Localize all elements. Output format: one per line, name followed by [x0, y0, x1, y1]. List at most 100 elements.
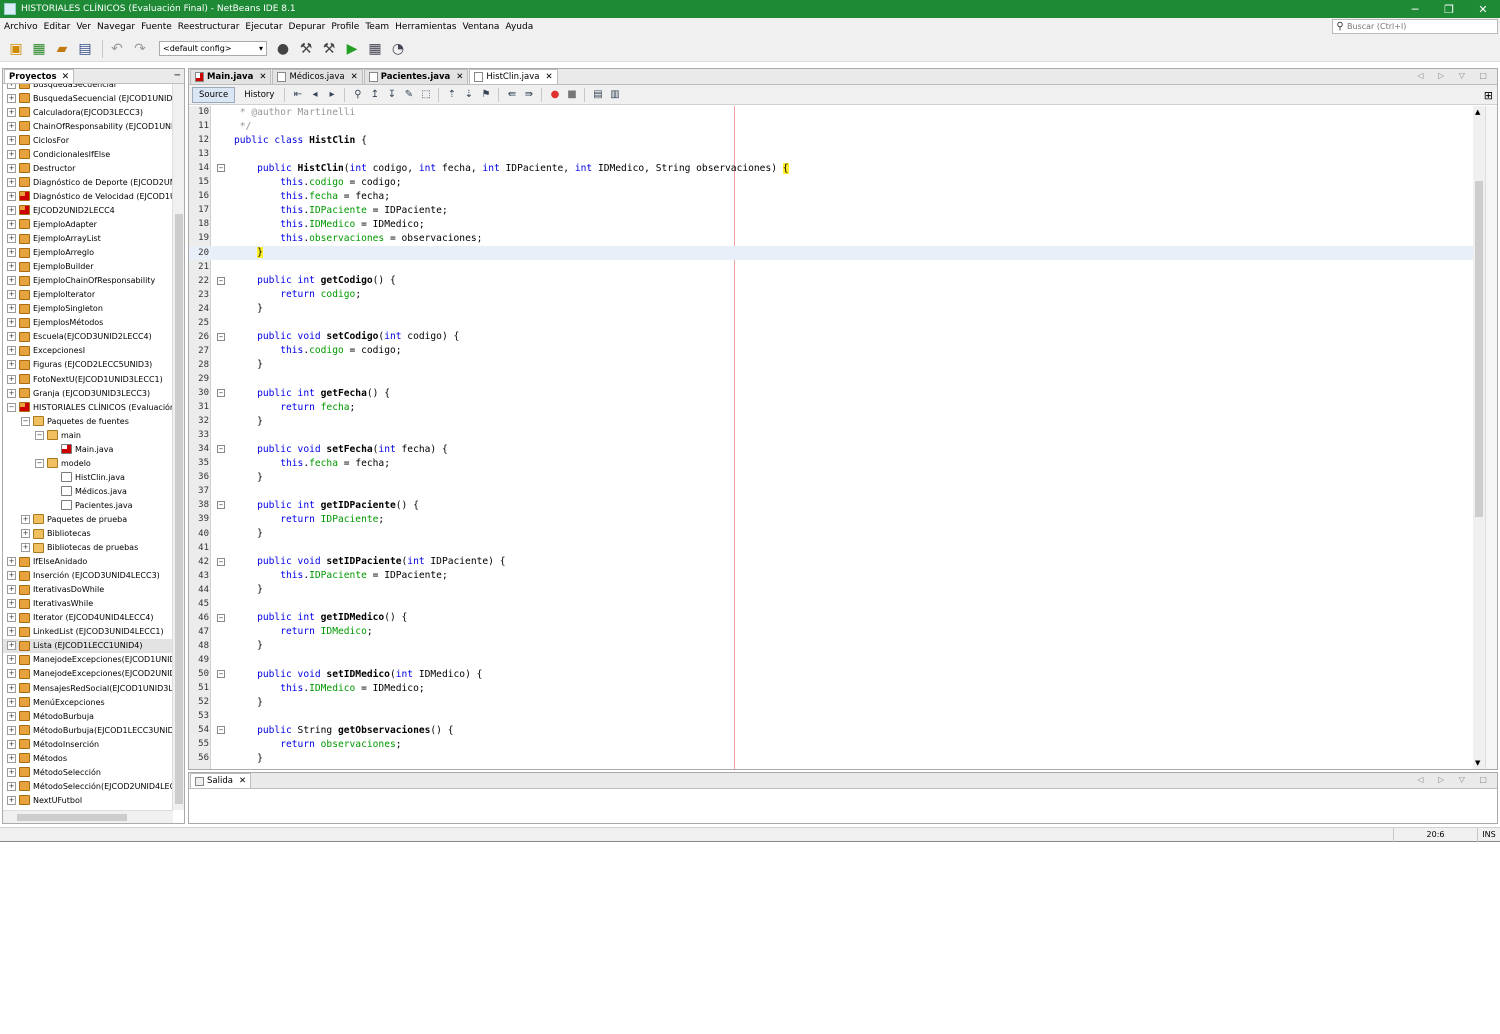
tree-item[interactable]: + IterativasDoWhile: [3, 583, 173, 597]
minimize-panel-icon[interactable]: ─: [175, 71, 180, 81]
find-next-icon[interactable]: ↧: [385, 88, 398, 101]
scrollbar-thumb[interactable]: [1475, 181, 1483, 517]
tree-item[interactable]: + ChainOfResponsability (EJCOD1UNI: [3, 119, 173, 133]
editor-tab[interactable]: Main.java ✕: [190, 69, 272, 84]
scrollbar-thumb[interactable]: [175, 214, 183, 804]
tree-item[interactable]: + EjemploArreglo: [3, 246, 173, 260]
tree-item[interactable]: + Figuras (EJCOD2LECC5UNID3): [3, 358, 173, 372]
fold-toggle-icon[interactable]: −: [217, 164, 225, 173]
expand-icon[interactable]: +: [7, 571, 16, 581]
expand-icon[interactable]: +: [7, 84, 16, 89]
config-select[interactable]: <default config> ▾: [159, 41, 267, 56]
menu-fuente[interactable]: Fuente: [138, 22, 175, 32]
build-icon[interactable]: ⚒: [296, 39, 316, 59]
menu-editar[interactable]: Editar: [41, 22, 74, 32]
fold-toggle-icon[interactable]: −: [217, 389, 225, 398]
editor-tab[interactable]: Pacientes.java ✕: [363, 69, 469, 84]
fold-toggle-icon[interactable]: −: [217, 726, 225, 735]
tree-item[interactable]: + Destructor: [3, 161, 173, 175]
expand-icon[interactable]: +: [7, 781, 16, 791]
menu-profile[interactable]: Profile: [328, 22, 362, 32]
expand-icon[interactable]: +: [7, 262, 16, 272]
scroll-up-icon[interactable]: ▲: [1475, 108, 1480, 116]
redo-icon[interactable]: ↷: [130, 39, 150, 59]
expand-icon[interactable]: +: [7, 641, 16, 651]
tree-item[interactable]: + ManejodeExcepciones(EJCOD1UNID: [3, 653, 173, 667]
tree-item[interactable]: + BusquedaSecuencial (EJCOD1UNID4: [3, 91, 173, 105]
expand-icon[interactable]: +: [7, 163, 16, 173]
toggle-bookmark-icon[interactable]: ⚑: [479, 88, 492, 101]
editor-tab[interactable]: Médicos.java ✕: [272, 69, 363, 84]
tab-proyectos[interactable]: Proyectos ✕: [4, 69, 75, 83]
menu-ventana[interactable]: Ventana: [459, 22, 502, 32]
tree-item[interactable]: − main: [3, 428, 173, 442]
menu-ejecutar[interactable]: Ejecutar: [242, 22, 285, 32]
projects-vertical-scrollbar[interactable]: [172, 84, 184, 810]
source-button[interactable]: Source: [192, 86, 236, 103]
tree-item[interactable]: HistClin.java: [3, 470, 173, 484]
expand-icon[interactable]: +: [7, 346, 16, 356]
globe-icon[interactable]: ●: [273, 39, 293, 59]
expand-icon[interactable]: +: [7, 205, 16, 215]
tree-item[interactable]: + Inserción (EJCOD3UNID4LECC3): [3, 569, 173, 583]
menu-herramientas[interactable]: Herramientas: [392, 22, 459, 32]
fold-toggle-icon[interactable]: −: [217, 445, 225, 454]
close-icon[interactable]: ✕: [239, 776, 246, 786]
expand-icon[interactable]: +: [7, 753, 16, 763]
projects-horizontal-scrollbar[interactable]: [3, 810, 173, 823]
expand-icon[interactable]: +: [7, 599, 16, 609]
tree-item[interactable]: + MétodoBurbuja(EJCOD1LECC3UNID: [3, 723, 173, 737]
expand-icon[interactable]: +: [7, 248, 16, 258]
comment-icon[interactable]: ▤: [591, 88, 604, 101]
close-tab-icon[interactable]: ✕: [545, 72, 552, 82]
expand-icon[interactable]: +: [7, 107, 16, 117]
expand-icon[interactable]: +: [7, 234, 16, 244]
tree-item[interactable]: + Paquetes de prueba: [3, 512, 173, 526]
collapse-icon[interactable]: −: [35, 458, 44, 468]
tree-item[interactable]: + EjemplosMétodos: [3, 316, 173, 330]
search-icon[interactable]: ⚲: [1333, 21, 1347, 32]
tree-item[interactable]: + FotoNextU(EJCOD1UNID3LECC1): [3, 372, 173, 386]
record-macro-icon[interactable]: ●: [548, 88, 561, 101]
editor-vertical-scrollbar[interactable]: ▲ ▼: [1473, 106, 1485, 769]
expand-editor-icon[interactable]: ⊞: [1484, 89, 1493, 102]
expand-icon[interactable]: +: [7, 219, 16, 229]
collapse-icon[interactable]: −: [35, 430, 44, 440]
expand-icon[interactable]: +: [7, 585, 16, 595]
tree-item[interactable]: + MenúExcepciones: [3, 695, 173, 709]
history-button[interactable]: History: [238, 87, 280, 103]
tree-item[interactable]: + ManejodeExcepciones(EJCOD2UNID: [3, 667, 173, 681]
uncomment-icon[interactable]: ▥: [608, 88, 621, 101]
tree-item[interactable]: + Calculadora(EJCOD3LECC3): [3, 105, 173, 119]
tree-item[interactable]: + BusquedaSecuencial: [3, 84, 173, 91]
tree-item[interactable]: + CiclosFor: [3, 133, 173, 147]
expand-icon[interactable]: +: [7, 767, 16, 777]
undo-icon[interactable]: ↶: [107, 39, 127, 59]
tree-item[interactable]: + CondicionalesIfElse: [3, 147, 173, 161]
tree-item[interactable]: + MensajesRedSocial(EJCOD1UNID3L: [3, 681, 173, 695]
open-project-icon[interactable]: ▰: [52, 39, 72, 59]
expand-icon[interactable]: +: [7, 191, 16, 201]
tree-item[interactable]: + Granja (EJCOD3UNID3LECC3): [3, 386, 173, 400]
tree-item[interactable]: + Diagnóstico de Deporte (EJCOD2UN: [3, 175, 173, 189]
stop-macro-icon[interactable]: ■: [565, 88, 578, 101]
tree-item[interactable]: + LinkedList (EJCOD3UNID4LECC1): [3, 625, 173, 639]
code-area[interactable]: 10 * @author Martinelli 11 */12 public cla…: [189, 106, 1473, 769]
expand-icon[interactable]: +: [7, 669, 16, 679]
fold-toggle-icon[interactable]: −: [217, 557, 225, 566]
error-stripe[interactable]: [1485, 106, 1497, 769]
run-icon[interactable]: ▶: [342, 39, 362, 59]
tree-item[interactable]: + MétodoSelección: [3, 765, 173, 779]
expand-icon[interactable]: +: [7, 613, 16, 623]
tree-item[interactable]: + Diagnóstico de Velocidad (EJCOD1U: [3, 189, 173, 203]
expand-icon[interactable]: +: [7, 739, 16, 749]
menu-depurar[interactable]: Depurar: [286, 22, 329, 32]
expand-icon[interactable]: +: [7, 318, 16, 328]
restore-button[interactable]: ❐: [1432, 0, 1466, 18]
next-bookmark-icon[interactable]: ⇣: [462, 88, 475, 101]
collapse-icon[interactable]: −: [7, 402, 16, 412]
expand-icon[interactable]: +: [7, 388, 16, 398]
expand-icon[interactable]: +: [21, 529, 30, 539]
expand-icon[interactable]: +: [21, 543, 30, 553]
expand-icon[interactable]: +: [7, 697, 16, 707]
